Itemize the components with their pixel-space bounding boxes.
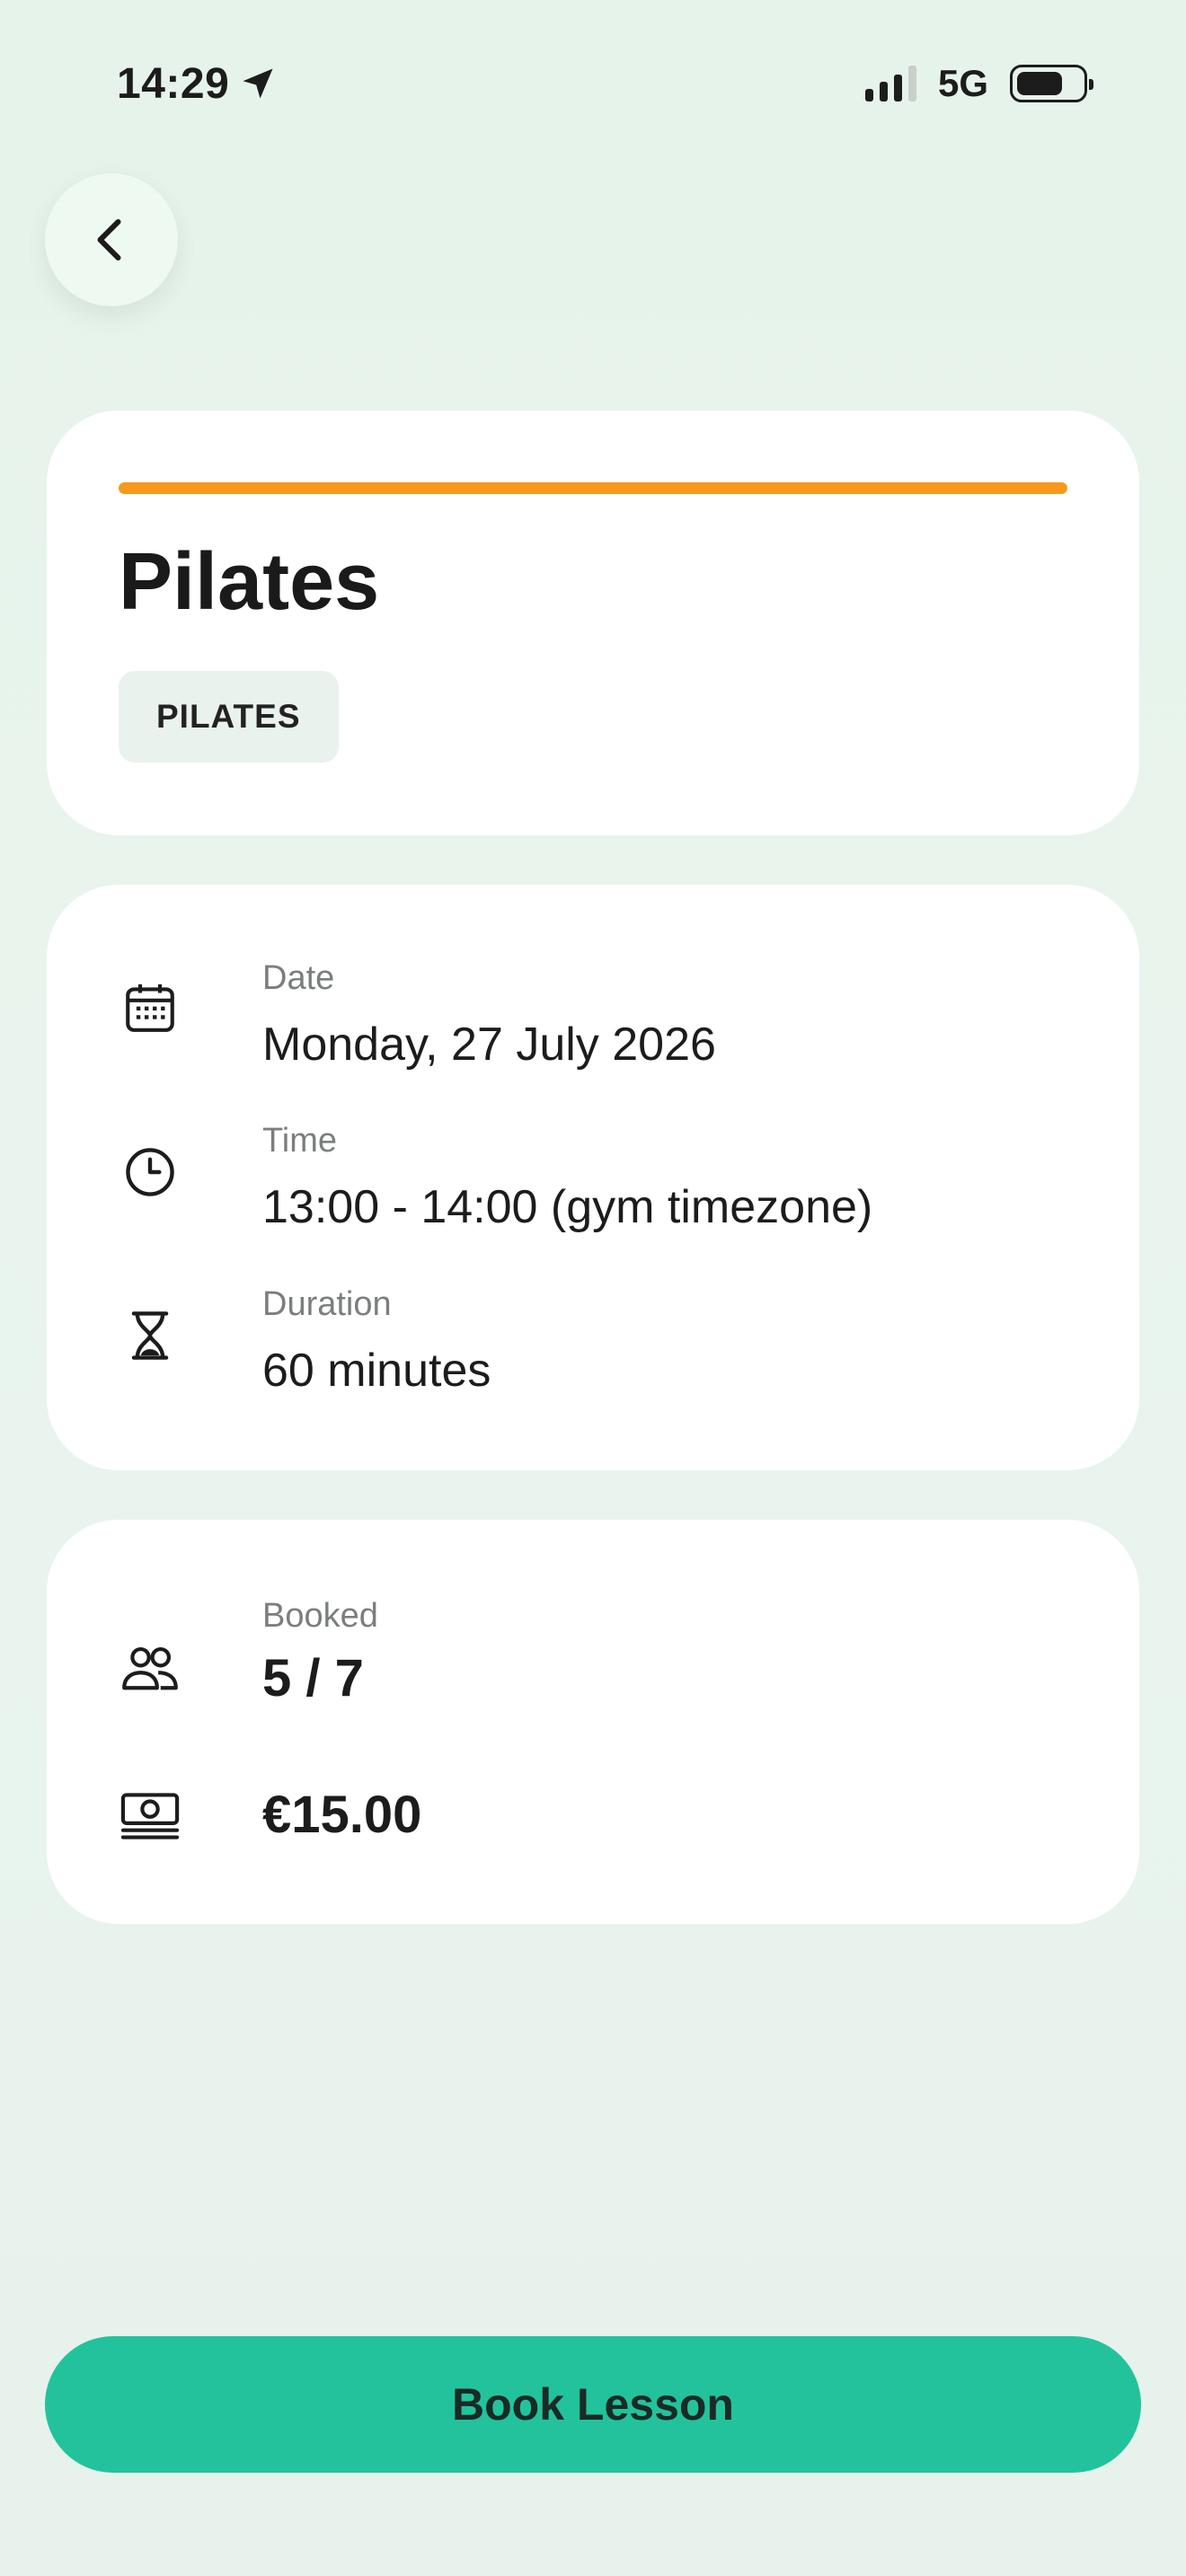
duration-value: 60 minutes [262, 1344, 491, 1397]
date-row: Date Monday, 27 July 2026 [119, 958, 1067, 1102]
cellular-signal-icon [864, 66, 916, 101]
calendar-icon [119, 976, 181, 1039]
people-icon [119, 1636, 181, 1699]
price-row: €15.00 [119, 1785, 1067, 1857]
duration-text: Duration 60 minutes [262, 1284, 491, 1397]
booked-label: Booked [262, 1597, 378, 1635]
battery-icon [1010, 65, 1093, 102]
time-label: Time [262, 1122, 338, 1160]
duration-row: Duration 60 minutes [119, 1284, 1067, 1428]
location-arrow-icon [243, 68, 273, 99]
duration-label: Duration [262, 1285, 392, 1323]
status-bar: 14:29 5G [117, 52, 1093, 115]
schedule-details-card: Date Monday, 27 July 2026 Time 13:00 - 1… [47, 885, 1139, 1470]
booked-count: 5 / 7 [262, 1648, 364, 1707]
price-value: €15.00 [262, 1786, 422, 1844]
clock-icon [119, 1141, 181, 1204]
booked-row: Booked 5 / 7 [119, 1596, 1067, 1740]
status-time-group: 14:29 [117, 59, 278, 109]
status-time: 14:29 [117, 59, 230, 108]
chevron-left-icon [97, 219, 121, 260]
class-color-bar [119, 482, 1067, 494]
back-button[interactable] [45, 173, 178, 306]
time-value: 13:00 - 14:00 (gym timezone) [262, 1180, 873, 1233]
category-badge: PILATES [119, 671, 339, 763]
book-lesson-button[interactable]: Book Lesson [45, 2336, 1141, 2473]
cash-icon [119, 1785, 181, 1848]
status-indicators: 5G [864, 62, 1093, 105]
time-row: Time 13:00 - 14:00 (gym timezone) [119, 1121, 1067, 1265]
date-value: Monday, 27 July 2026 [262, 1018, 716, 1071]
date-text: Date Monday, 27 July 2026 [262, 958, 716, 1071]
date-label: Date [262, 959, 335, 997]
class-header-card: Pilates PILATES [47, 410, 1139, 835]
booked-text: Booked 5 / 7 [262, 1596, 378, 1707]
class-title: Pilates [119, 537, 380, 627]
lesson-detail-screen: 14:29 5G Pilates PILATES Date Monday, 27… [0, 0, 1186, 2576]
booking-info-card: Booked 5 / 7 €15.00 [47, 1520, 1139, 1924]
time-text: Time 13:00 - 14:00 (gym timezone) [262, 1121, 872, 1233]
price-text: €15.00 [262, 1785, 421, 1845]
network-type: 5G [937, 62, 988, 104]
hourglass-icon [119, 1304, 181, 1367]
